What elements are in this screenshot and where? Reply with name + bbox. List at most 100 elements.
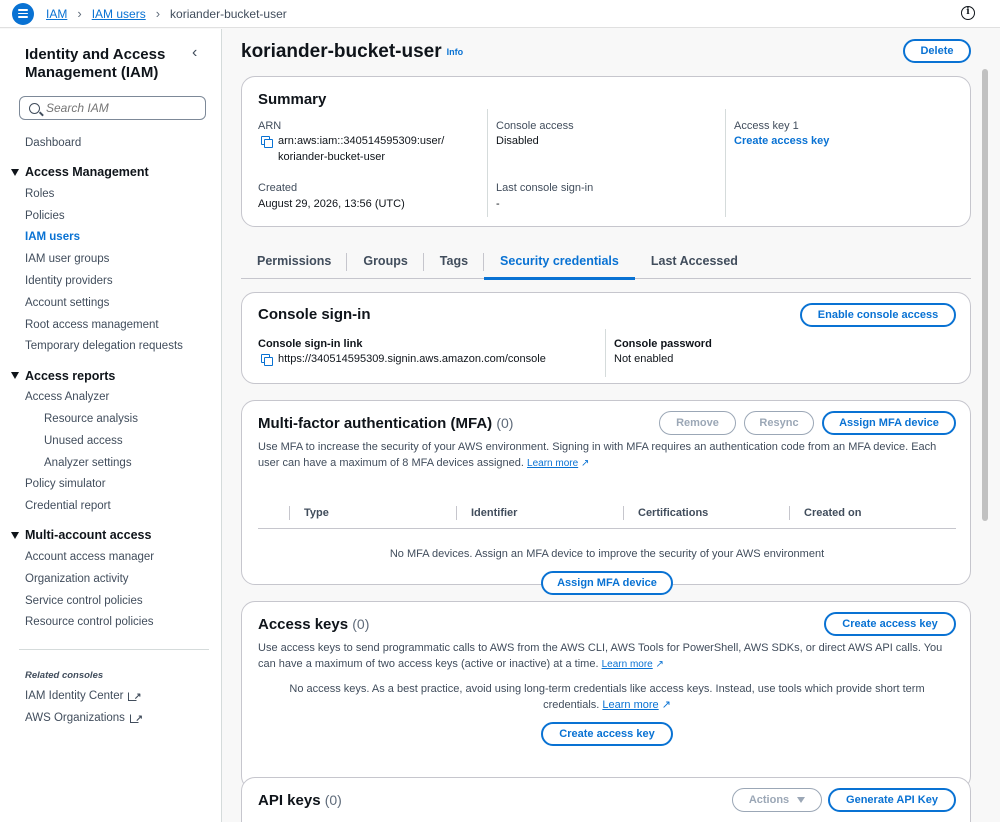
column-created-on[interactable]: Created on xyxy=(804,507,861,519)
caret-down-icon xyxy=(11,168,19,176)
created-value: August 29, 2026, 13:56 (UTC) xyxy=(258,198,405,210)
assign-mfa-button[interactable]: Assign MFA device xyxy=(822,411,956,435)
tab-last-accessed[interactable]: Last Accessed xyxy=(635,245,754,278)
sidebar-item-resource-control-policies[interactable]: Resource control policies xyxy=(0,612,222,634)
sidebar-item-root-access[interactable]: Root access management xyxy=(0,315,222,337)
sidebar-item-iam-users[interactable]: IAM users xyxy=(0,227,222,249)
resync-mfa-button[interactable]: Resync xyxy=(744,411,814,435)
create-access-key-button[interactable]: Create access key xyxy=(824,612,956,636)
external-link-icon: ↗ xyxy=(658,699,671,711)
last-signin-value: - xyxy=(496,198,500,210)
sidebar-item-policy-simulator[interactable]: Policy simulator xyxy=(0,474,222,496)
related-organizations[interactable]: AWS Organizations xyxy=(25,708,143,730)
access-keys-count: (0) xyxy=(352,616,370,632)
sidebar-item-account-access-manager[interactable]: Account access manager xyxy=(0,547,222,569)
external-link-icon xyxy=(129,708,143,730)
sidebar-item-temp-delegation[interactable]: Temporary delegation requests xyxy=(0,336,222,358)
access-keys-description: Use access keys to send programmatic cal… xyxy=(258,640,958,673)
api-keys-card: API keys (0) Actions Generate API Key xyxy=(241,777,971,822)
related-identity-center[interactable]: IAM Identity Center xyxy=(25,686,141,708)
sidebar-section-label: Access Management xyxy=(25,165,149,180)
sidebar-divider xyxy=(19,649,209,650)
column-certifications[interactable]: Certifications xyxy=(638,507,708,519)
sidebar-item-policies[interactable]: Policies xyxy=(0,206,222,228)
tab-groups[interactable]: Groups xyxy=(347,245,425,278)
mfa-description-text: Use MFA to increase the security of your… xyxy=(258,441,937,469)
mfa-table-header: Type Identifier Certifications Created o… xyxy=(258,501,956,529)
console-password-label: Console password xyxy=(614,338,712,350)
create-access-key-center-button[interactable]: Create access key xyxy=(541,722,673,746)
access-keys-learn-more-link[interactable]: Learn more xyxy=(602,659,653,670)
console-signin-card: Console sign-in Enable console access Co… xyxy=(241,292,971,384)
sidebar-item-organization-activity[interactable]: Organization activity xyxy=(0,569,222,591)
sidebar-item-user-groups[interactable]: IAM user groups xyxy=(0,249,222,271)
breadcrumb-iam[interactable]: IAM xyxy=(46,7,67,21)
sidebar-item-dashboard[interactable]: Dashboard xyxy=(0,133,222,155)
generate-api-key-button[interactable]: Generate API Key xyxy=(828,788,956,812)
api-keys-title: API keys (0) xyxy=(258,792,342,809)
remove-mfa-button[interactable]: Remove xyxy=(659,411,736,435)
tab-tags[interactable]: Tags xyxy=(424,245,485,278)
sidebar-section-access-management[interactable]: Access Management xyxy=(0,161,222,184)
sidebar-item-identity-providers[interactable]: Identity providers xyxy=(0,271,222,293)
external-link-icon: ↗ xyxy=(652,659,664,670)
tab-security-credentials[interactable]: Security credentials xyxy=(484,245,635,280)
copy-icon[interactable] xyxy=(261,136,273,148)
sidebar: Identity and Access Management (IAM) ‹ D… xyxy=(0,29,222,822)
chevron-right-icon: › xyxy=(77,6,82,21)
summary-card: Summary ARN arn:aws:iam::340514595309:us… xyxy=(241,76,971,227)
sidebar-item-unused-access[interactable]: Unused access xyxy=(0,431,222,453)
arn-label: ARN xyxy=(258,120,282,132)
actions-dropdown[interactable]: Actions xyxy=(732,788,822,812)
mfa-card: Multi-factor authentication (MFA) (0) Re… xyxy=(241,400,971,595)
sidebar-nav: Dashboard Access Management Roles Polici… xyxy=(0,133,222,634)
column-identifier[interactable]: Identifier xyxy=(471,507,517,519)
related-label: AWS Organizations xyxy=(25,711,125,724)
sidebar-item-resource-analysis[interactable]: Resource analysis xyxy=(0,409,222,431)
external-link-icon: ↗ xyxy=(578,458,590,469)
mfa-empty-message: No MFA devices. Assign an MFA device to … xyxy=(389,548,825,560)
sidebar-item-roles[interactable]: Roles xyxy=(0,184,222,206)
sidebar-item-access-analyzer[interactable]: Access Analyzer xyxy=(0,387,222,409)
column-separator xyxy=(623,506,624,520)
signin-link-value[interactable]: https://340514595309.signin.aws.amazon.c… xyxy=(278,353,546,365)
info-link[interactable]: Info xyxy=(447,47,464,57)
sidebar-item-analyzer-settings[interactable]: Analyzer settings xyxy=(0,453,222,475)
sidebar-section-label: Multi-account access xyxy=(25,528,152,543)
chevron-left-icon[interactable]: ‹ xyxy=(192,44,197,62)
mfa-learn-more-link[interactable]: Learn more xyxy=(527,458,578,469)
search-box[interactable] xyxy=(19,96,206,120)
access-keys-card: Access keys (0) Create access key Use ac… xyxy=(241,601,971,790)
created-label: Created xyxy=(258,182,298,194)
mfa-description: Use MFA to increase the security of your… xyxy=(258,439,958,472)
create-access-key-link[interactable]: Create access key xyxy=(734,135,829,147)
page-title: koriander-bucket-user Info xyxy=(241,41,463,63)
assign-mfa-center-button[interactable]: Assign MFA device xyxy=(541,571,673,595)
copy-icon[interactable] xyxy=(261,354,273,366)
console-password-value: Not enabled xyxy=(614,353,674,365)
sidebar-item-account-settings[interactable]: Account settings xyxy=(0,293,222,315)
api-keys-count: (0) xyxy=(324,792,342,808)
access-keys-empty-learn-more[interactable]: Learn more xyxy=(602,699,658,711)
actions-label: Actions xyxy=(748,794,790,806)
breadcrumb-iam-users[interactable]: IAM users xyxy=(92,7,146,21)
tab-permissions[interactable]: Permissions xyxy=(241,245,348,278)
summary-divider xyxy=(487,109,488,217)
access-keys-empty-text: credentials. xyxy=(543,699,600,711)
menu-icon[interactable] xyxy=(12,2,34,25)
caret-down-icon xyxy=(797,797,806,803)
page-scrollbar[interactable] xyxy=(982,69,988,521)
info-icon[interactable]: i xyxy=(961,6,975,20)
delete-button[interactable]: Delete xyxy=(903,39,971,63)
column-type[interactable]: Type xyxy=(304,507,329,519)
breadcrumb-current: koriander-bucket-user xyxy=(170,6,287,21)
sidebar-section-access-reports[interactable]: Access reports xyxy=(0,364,222,387)
sidebar-item-service-control-policies[interactable]: Service control policies xyxy=(0,591,222,613)
sidebar-section-multi-account[interactable]: Multi-account access xyxy=(0,524,222,547)
search-input[interactable] xyxy=(46,101,196,115)
mfa-title: Multi-factor authentication (MFA) (0) xyxy=(258,415,513,432)
sidebar-item-credential-report[interactable]: Credential report xyxy=(0,496,222,518)
enable-console-access-button[interactable]: Enable console access xyxy=(800,303,956,327)
caret-down-icon xyxy=(11,372,19,380)
console-access-label: Console access xyxy=(496,120,574,132)
